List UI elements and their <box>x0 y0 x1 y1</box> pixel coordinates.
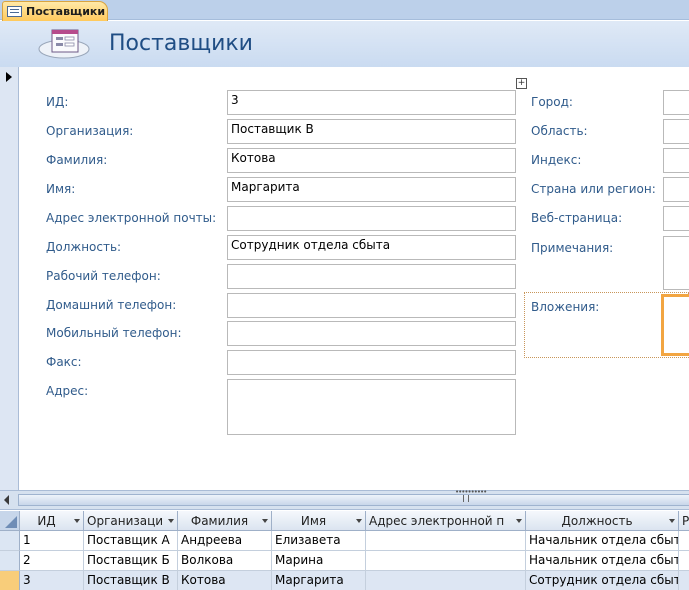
address-field[interactable] <box>227 379 516 435</box>
splitter-grip-dots: •••••••••• <box>455 488 487 496</box>
notes-field[interactable] <box>663 236 689 290</box>
web-page-field[interactable] <box>663 206 689 231</box>
layout-move-handle-icon[interactable]: + <box>516 78 527 89</box>
label-country: Страна или регион: <box>531 182 656 196</box>
business-phone-field[interactable] <box>227 264 516 289</box>
table-cell[interactable]: Волкова <box>178 551 272 571</box>
column-header-label: Р <box>682 514 689 528</box>
tab-label: Поставщики <box>26 5 106 18</box>
label-notes: Примечания: <box>531 241 614 255</box>
column-header-email[interactable]: Адрес электронной п <box>366 511 526 531</box>
home-phone-field[interactable] <box>227 293 516 318</box>
id-field[interactable]: 3 <box>227 90 516 115</box>
column-header-label: Организаци <box>87 514 164 528</box>
column-header-last-name[interactable]: Фамилия <box>178 511 272 531</box>
table-cell[interactable] <box>366 551 526 571</box>
city-field[interactable] <box>663 90 689 115</box>
label-region: Область: <box>531 124 588 138</box>
splitter-grip-icon[interactable] <box>463 495 469 502</box>
table-cell[interactable] <box>366 531 526 551</box>
tab-suppliers[interactable]: Поставщики <box>2 1 108 21</box>
region-field[interactable] <box>663 119 689 144</box>
select-all-button[interactable] <box>0 511 20 531</box>
column-header-label: Имя <box>300 514 327 528</box>
row-selector[interactable] <box>0 531 20 551</box>
row-selector-current[interactable] <box>0 571 20 590</box>
form-icon <box>7 6 22 17</box>
last-name-field[interactable]: Котова <box>227 148 516 173</box>
table-cell[interactable]: 2 <box>20 551 84 571</box>
table-cell[interactable] <box>679 571 689 590</box>
table-cell[interactable] <box>366 571 526 590</box>
split-form-splitter[interactable]: •••••••••• <box>0 488 689 510</box>
table-cell[interactable]: Поставщик В <box>84 571 178 590</box>
column-header-company[interactable]: Организаци <box>84 511 178 531</box>
datasheet: ИД Организаци Фамилия Имя Адрес электрон… <box>0 511 689 590</box>
label-first-name: Имя: <box>46 182 76 196</box>
current-record-arrow-icon <box>6 72 12 82</box>
row-selector[interactable] <box>0 551 20 571</box>
label-web-page: Веб-страница: <box>531 211 623 225</box>
form-header: Поставщики <box>0 21 689 67</box>
label-address: Адрес: <box>46 384 89 398</box>
form-title: Поставщики <box>109 31 253 56</box>
table-cell[interactable]: 1 <box>20 531 84 551</box>
column-header-label: Должность <box>561 514 633 528</box>
column-header-business-phone[interactable]: Р <box>679 511 689 531</box>
table-cell[interactable]: Маргарита <box>272 571 366 590</box>
fax-field[interactable] <box>227 350 516 375</box>
table-cell[interactable] <box>679 551 689 571</box>
table-cell[interactable]: Начальник отдела сбыт <box>526 531 679 551</box>
zip-field[interactable] <box>663 148 689 173</box>
table-cell[interactable]: Андреева <box>178 531 272 551</box>
table-cell[interactable]: Поставщик Б <box>84 551 178 571</box>
attachments-field[interactable] <box>661 294 689 356</box>
label-email: Адрес электронной почты: <box>46 211 217 225</box>
dropdown-arrow-icon[interactable] <box>74 519 80 523</box>
label-zip: Индекс: <box>531 153 582 167</box>
company-field[interactable]: Поставщик В <box>227 119 516 144</box>
label-city: Город: <box>531 95 573 109</box>
dropdown-arrow-icon[interactable] <box>168 519 174 523</box>
table-cell[interactable]: Сотрудник отдела сбыт <box>526 571 679 590</box>
column-header-job-title[interactable]: Должность <box>526 511 679 531</box>
record-selector[interactable] <box>0 67 19 490</box>
scroll-left-icon[interactable] <box>4 495 9 505</box>
label-home-phone: Домашний телефон: <box>46 298 177 312</box>
column-header-label: Адрес электронной п <box>369 514 505 528</box>
table-cell[interactable]: Начальник отдела сбыт <box>526 551 679 571</box>
dropdown-arrow-icon[interactable] <box>516 519 522 523</box>
email-field[interactable] <box>227 206 516 231</box>
job-title-field[interactable]: Сотрудник отдела сбыта <box>227 235 516 260</box>
table-cell[interactable]: Марина <box>272 551 366 571</box>
label-fax: Факс: <box>46 355 82 369</box>
mobile-phone-field[interactable] <box>227 321 516 346</box>
label-last-name: Фамилия: <box>46 153 108 167</box>
column-header-label: ИД <box>37 514 56 528</box>
form-icon <box>38 29 90 59</box>
table-cell[interactable] <box>679 531 689 551</box>
table-cell[interactable]: Котова <box>178 571 272 590</box>
table-cell[interactable]: Поставщик А <box>84 531 178 551</box>
country-field[interactable] <box>663 177 689 202</box>
column-header-label: Фамилия <box>190 514 249 528</box>
label-job-title: Должность: <box>46 240 122 254</box>
column-header-first-name[interactable]: Имя <box>272 511 366 531</box>
label-mobile-phone: Мобильный телефон: <box>46 326 182 340</box>
table-cell[interactable]: 3 <box>20 571 84 590</box>
dropdown-arrow-icon[interactable] <box>262 519 268 523</box>
first-name-field[interactable]: Маргарита <box>227 177 516 202</box>
document-tab-strip: Поставщики <box>0 0 689 21</box>
label-business-phone: Рабочий телефон: <box>46 269 161 283</box>
dropdown-arrow-icon[interactable] <box>669 519 675 523</box>
label-id: ИД: <box>46 95 69 109</box>
label-attachments: Вложения: <box>531 300 600 314</box>
table-cell[interactable]: Елизавета <box>272 531 366 551</box>
horizontal-scrollbar[interactable] <box>18 494 689 506</box>
column-header-id[interactable]: ИД <box>20 511 84 531</box>
dropdown-arrow-icon[interactable] <box>356 519 362 523</box>
label-company: Организация: <box>46 124 134 138</box>
